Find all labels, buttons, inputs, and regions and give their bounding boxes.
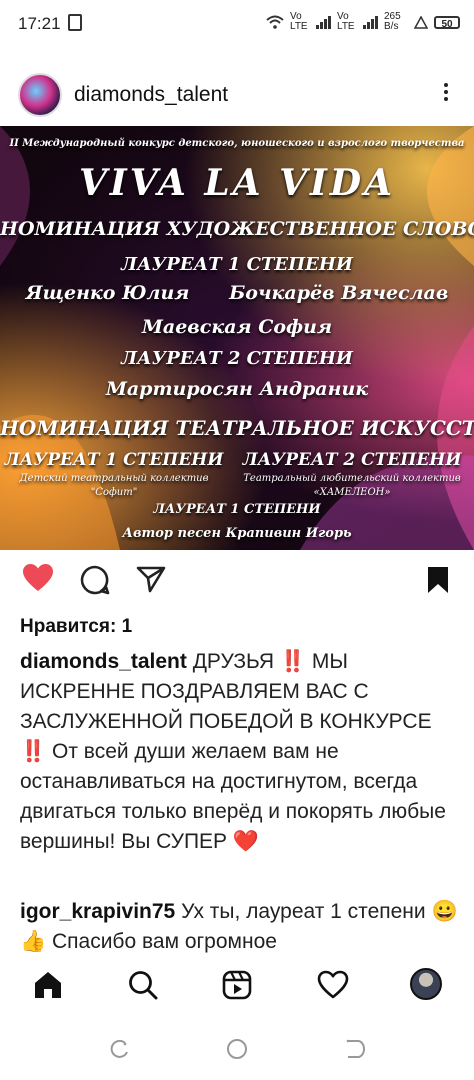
right-group-name: Театральный любительский коллектив «ХАМЕ… [243,473,461,498]
comment-username[interactable]: igor_krapivin75 [20,900,175,923]
comment: igor_krapivin75 Ух ты, лауреат 1 степени… [20,897,460,959]
home-button-icon[interactable] [226,1038,248,1060]
image-title: VIVA LA VIDA [78,162,396,204]
likes-count[interactable]: Нравится: 1 [20,616,132,638]
caption-text: ДРУЗЬЯ ‼️ МЫ ИСКРЕННЕ ПОЗДРАВЛЯЕМ ВАС С … [20,650,446,853]
alert-icon [414,15,428,29]
heart-icon[interactable] [22,563,54,593]
wifi-icon [266,15,284,29]
recents-icon[interactable] [108,1038,130,1060]
reels-icon[interactable] [222,970,252,1000]
comment-icon[interactable] [80,565,110,595]
search-icon[interactable] [128,970,158,1000]
caption-username[interactable]: diamonds_talent [20,650,187,673]
status-bar: 17:21 Vo LTE Vo LTE 265 B/s 50 [0,0,474,50]
laureate-1-heading: ЛАУРЕАТ 1 СТЕПЕНИ [121,254,353,275]
post-actions [0,563,474,599]
nomination-2: НОМИНАЦИЯ ТЕАТРАЛЬНОЕ ИСКУССТВО : [0,416,474,440]
profile-avatar-icon[interactable] [410,968,442,1000]
laureate-2-heading: ЛАУРЕАТ 2 СТЕПЕНИ [121,348,353,369]
clock: 17:21 [18,14,61,33]
right-laureate-block: ЛАУРЕАТ 2 СТЕПЕНИ Театральный любительск… [236,450,468,500]
post-header: diamonds_talent [0,70,474,122]
post-caption: diamonds_talent ДРУЗЬЯ ‼️ МЫ ИСКРЕННЕ ПО… [20,647,460,857]
bottom-navigation [0,960,474,1016]
bookmark-icon[interactable] [426,565,450,595]
avatar[interactable] [18,73,62,117]
network-label-2: Vo LTE [337,11,355,32]
more-options-icon[interactable] [444,80,450,104]
signal-icon-1 [316,15,331,29]
signal-icon-2 [363,15,378,29]
post-username[interactable]: diamonds_talent [74,83,228,107]
left-laureate-block: ЛАУРЕАТ 1 СТЕПЕНИ Детский театральный ко… [4,450,224,500]
left-laureate-heading: ЛАУРЕАТ 1 СТЕПЕНИ [4,450,224,470]
network-label-1: Vo LTE [290,11,308,32]
activity-heart-icon[interactable] [317,970,349,1000]
song-author: Автор песен Крапивин Игорь [122,526,352,541]
post-image[interactable]: II Международный конкурс детского, юноше… [0,126,474,550]
winners-line-2: Маевская София [141,316,333,338]
winners-line-3: Мартиросян Андраник [105,378,369,400]
status-icons: Vo LTE Vo LTE 265 B/s 50 [266,12,460,32]
laureate-3-heading: ЛАУРЕАТ 1 СТЕПЕНИ [153,502,321,517]
battery-icon: 50 [434,15,460,30]
share-icon[interactable] [136,565,166,593]
winners-line-1: Ященко Юлия Бочкарёв Вячеслав [25,282,449,304]
system-navigation [0,1030,474,1070]
left-group-name: Детский театральный коллектив "Софит" [19,473,209,498]
home-icon[interactable] [33,970,63,1000]
nomination-1: НОМИНАЦИЯ ХУДОЖЕСТВЕННОЕ СЛОВО : [0,218,474,240]
back-icon[interactable] [344,1038,366,1060]
image-subtitle: II Международный конкурс детского, юноше… [9,138,465,149]
notification-app-icon [68,14,82,31]
right-laureate-heading: ЛАУРЕАТ 2 СТЕПЕНИ [242,450,462,470]
data-speed: 265 B/s [384,11,401,32]
